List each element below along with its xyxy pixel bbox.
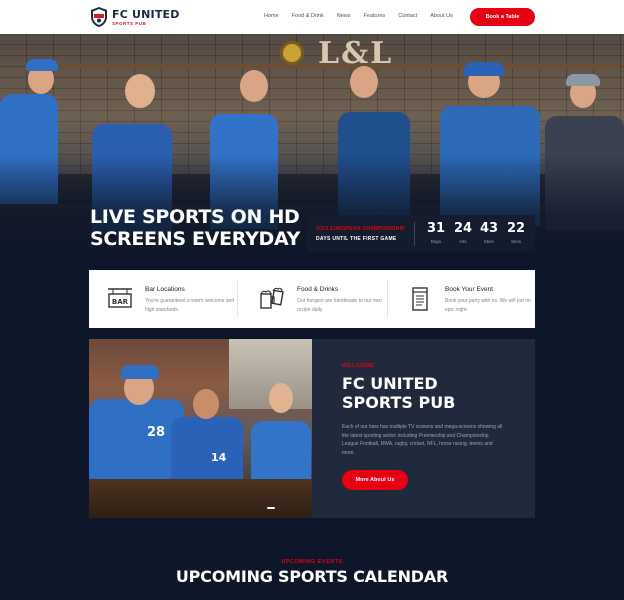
feature-description: Our burgers are handmade to our own reci… xyxy=(297,298,383,313)
feature-description: You're guaranteed a warm welcome and hig… xyxy=(145,298,235,313)
feature-title: Book Your Event xyxy=(445,286,494,293)
hero-title: LIVE SPORTS ON HD SCREENS EVERYDAY xyxy=(90,206,301,250)
nav-news[interactable]: News xyxy=(337,13,351,21)
bar-sign-circle xyxy=(280,41,304,65)
patron-2-head xyxy=(125,74,155,108)
features-bar: BAR Bar Locations You're guaranteed a wa… xyxy=(89,270,535,328)
countdown-seconds: 22 Secs xyxy=(505,221,527,244)
site-logo[interactable]: FC UNITED SPORTS PUB xyxy=(89,6,179,28)
hero-title-line-2: SCREENS EVERYDAY xyxy=(90,228,301,250)
feature-title: Food & Drinks xyxy=(297,286,339,293)
welcome-description: Each of our bars has multiple TV screens… xyxy=(342,424,503,456)
logo-subtitle: SPORTS PUB xyxy=(112,21,147,26)
countdown-box: 2019 EUROPEAN CHAMPIONSHIP DAYS UNTIL TH… xyxy=(307,215,535,252)
nav-features[interactable]: Features xyxy=(364,13,386,21)
countdown-days: 31 Days xyxy=(425,221,447,244)
patron-4-head xyxy=(350,66,378,98)
countdown-seconds-value: 22 xyxy=(506,221,526,236)
patron-3-head xyxy=(240,70,268,102)
bar-sign-icon: BAR xyxy=(108,288,132,308)
patron-5-cap xyxy=(464,62,504,76)
fan-2-head xyxy=(193,389,219,419)
welcome-title-line-2: SPORTS PUB xyxy=(342,393,456,412)
bar-wall-letters: L&L xyxy=(318,36,394,71)
logo-title: FC UNITED xyxy=(112,8,180,21)
photo-table xyxy=(89,479,312,518)
notepad-icon xyxy=(412,287,428,311)
countdown-minutes-value: 43 xyxy=(479,221,499,236)
more-about-us-button[interactable]: More About Us xyxy=(342,470,408,490)
nav-contact[interactable]: Contact xyxy=(398,13,417,21)
welcome-kicker: WELCOME xyxy=(342,363,375,369)
crest-icon xyxy=(91,7,107,27)
feature-description: Book your party with us. We will put on … xyxy=(445,298,531,313)
countdown-hours-label: Hrs xyxy=(459,239,467,244)
feature-bar-locations[interactable]: BAR Bar Locations You're guaranteed a wa… xyxy=(89,270,237,328)
countdown-minutes-label: Mins xyxy=(484,239,494,244)
book-table-button[interactable]: Book a Table xyxy=(470,8,535,26)
nav-home[interactable]: Home xyxy=(264,13,279,21)
feature-divider xyxy=(237,280,238,318)
feature-title: Bar Locations xyxy=(145,286,185,293)
countdown-subtitle: DAYS UNTIL THE FIRST GAME xyxy=(316,236,397,242)
welcome-title: FC UNITED SPORTS PUB xyxy=(342,374,455,412)
fan-3-head xyxy=(269,383,293,413)
countdown-divider xyxy=(414,222,415,246)
feature-divider xyxy=(387,280,388,318)
feature-food-drinks[interactable]: Food & Drinks Our burgers are handmade t… xyxy=(241,270,386,328)
nav-food-drink[interactable]: Food & Drink xyxy=(292,13,324,21)
countdown-event: 2019 EUROPEAN CHAMPIONSHIP xyxy=(316,226,405,232)
nav-about-us[interactable]: About Us xyxy=(430,13,453,21)
countdown-seconds-label: Secs xyxy=(510,239,521,244)
patron-6-cap xyxy=(566,74,600,86)
countdown-hours: 24 Hrs xyxy=(452,221,474,244)
main-nav: Home Food & Drink News Features Contact … xyxy=(264,13,466,21)
patron-1-cap xyxy=(26,59,58,71)
upcoming-kicker: UPCOMING EVENTS xyxy=(281,559,343,565)
feature-book-event[interactable]: Book Your Event Book your party with us.… xyxy=(389,270,535,328)
hero-title-line-1: LIVE SPORTS ON HD xyxy=(90,206,300,228)
slider-indicator[interactable] xyxy=(267,507,275,509)
welcome-photo: 28 14 xyxy=(89,339,312,518)
upcoming-title: UPCOMING SPORTS CALENDAR xyxy=(175,567,449,586)
welcome-panel: WELCOME FC UNITED SPORTS PUB Each of our… xyxy=(312,339,535,518)
site-header: FC UNITED SPORTS PUB Home Food & Drink N… xyxy=(0,0,624,34)
welcome-title-line-1: FC UNITED xyxy=(342,374,438,393)
countdown-days-value: 31 xyxy=(426,221,446,236)
svg-text:BAR: BAR xyxy=(112,298,129,306)
jersey-number-28: 28 xyxy=(147,425,166,440)
beer-mugs-icon xyxy=(260,287,284,309)
countdown-minutes: 43 Mins xyxy=(478,221,500,244)
countdown-hours-value: 24 xyxy=(453,221,473,236)
countdown-days-label: Days xyxy=(430,239,442,244)
fan-1-cap xyxy=(121,365,159,379)
jersey-number-14: 14 xyxy=(211,451,227,464)
